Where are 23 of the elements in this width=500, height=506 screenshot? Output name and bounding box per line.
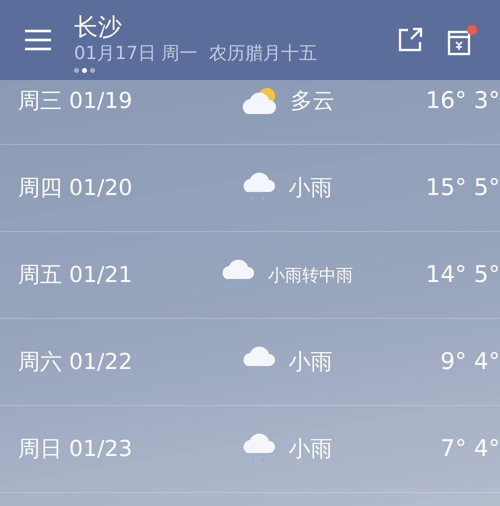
page-dot[interactable] [74, 68, 79, 72]
condition-text: 多云 [290, 88, 334, 116]
temperature-range: 16° 3° [424, 88, 500, 114]
day-date: 周三 01/19 [18, 88, 134, 116]
page-dot[interactable] [82, 68, 87, 72]
date-line: 01月17日 周一 农历腊月十五 [74, 42, 318, 66]
temperature-range: 7° 4° [439, 436, 500, 462]
day-date: 周日 01/23 [18, 436, 134, 464]
condition-text: 小雨 [288, 349, 332, 377]
page-dot[interactable] [90, 68, 95, 72]
temperature-range: 9° 4° [439, 349, 500, 375]
temperature-range: 14° 5° [424, 262, 500, 288]
gift-icon[interactable] [446, 24, 478, 56]
condition-text: 小雨 [288, 436, 332, 464]
temperature-range: 15° 5° [424, 175, 500, 201]
share-icon[interactable] [396, 26, 424, 54]
menu-icon[interactable] [24, 29, 52, 51]
condition-text: 小雨 [288, 175, 332, 203]
city-name: 长沙 [74, 12, 123, 42]
day-date: 周五 01/21 [18, 262, 134, 290]
day-date: 周六 01/22 [18, 349, 134, 377]
day-date: 周四 01/20 [18, 175, 134, 203]
condition-text: 小雨转中雨 [268, 264, 353, 286]
